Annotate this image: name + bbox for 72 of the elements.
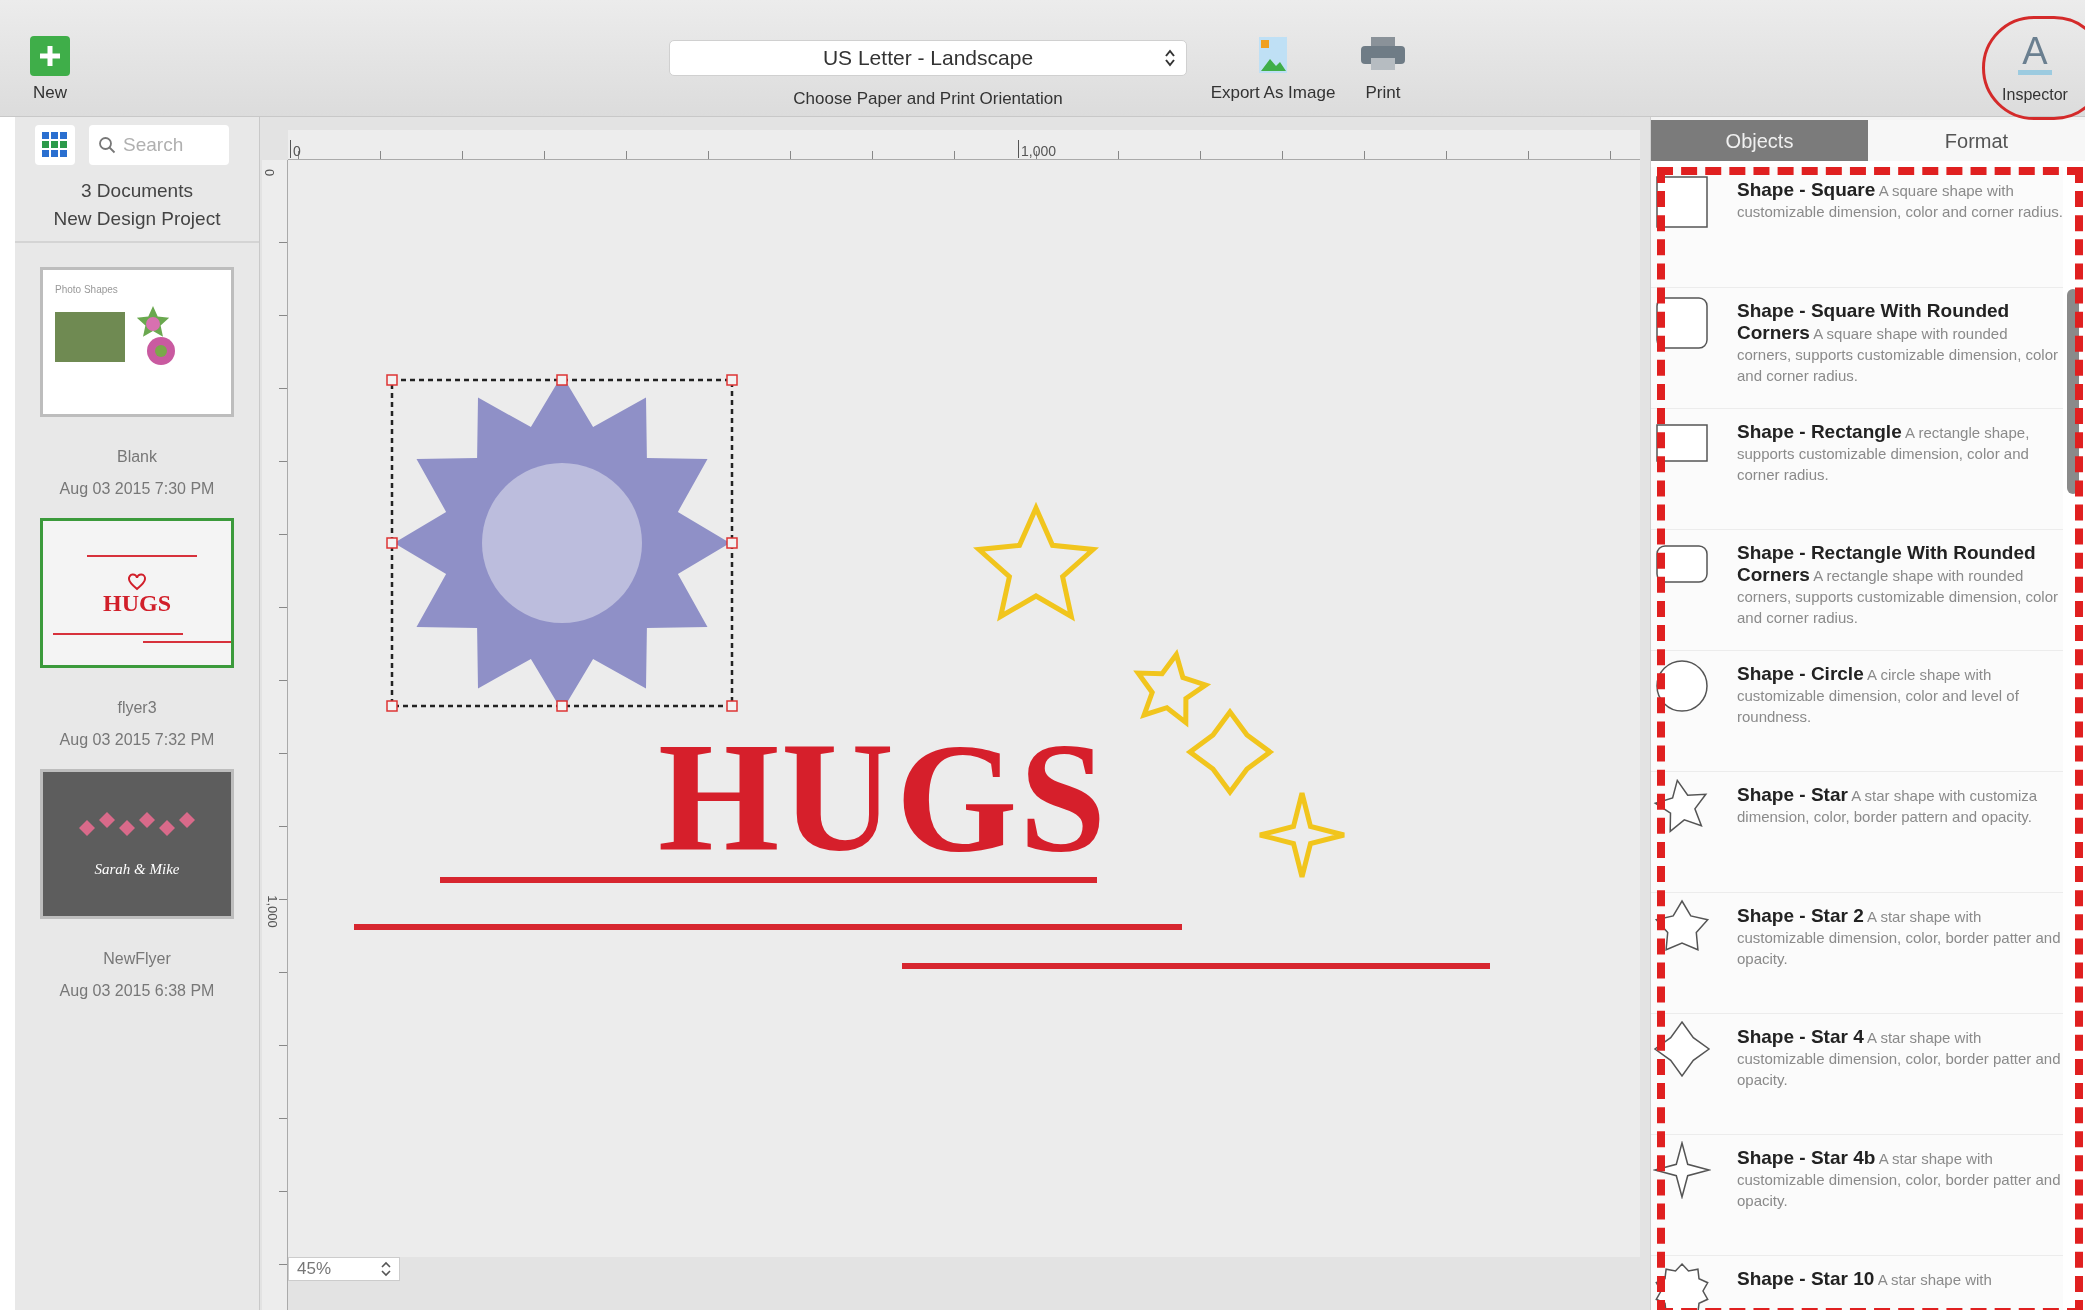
star-shape[interactable] bbox=[973, 501, 1099, 622]
object-description: Shape - Square With Rounded Corners A square shape with rounded corners, supports customizable dimension, color and corner radius. bbox=[1737, 299, 2059, 386]
document-thumbnail[interactable]: HUGS bbox=[40, 518, 234, 668]
object-description: Shape - Star 4b A star shape with customizable dimension, color, border patter and opacity. bbox=[1737, 1146, 2062, 1211]
object-list-item[interactable]: Shape - Square A square shape with customizable dimension, color and corner radius. bbox=[1651, 167, 2063, 288]
print-button[interactable]: Print bbox=[1355, 36, 1411, 106]
object-description: Shape - Rectangle A rectangle shape, supports customizable dimension, color and corner radius. bbox=[1737, 420, 2031, 485]
chevron-updown-icon bbox=[1164, 48, 1176, 68]
search-field[interactable]: Search bbox=[89, 125, 229, 165]
object-description: Shape - Star 2 A star shape with customizable dimension, color, border patter and opacity. bbox=[1737, 904, 2062, 969]
star-shape[interactable] bbox=[1257, 790, 1347, 880]
grid-view-button[interactable] bbox=[35, 125, 75, 165]
document-date: Aug 03 2015 6:38 PM bbox=[59, 981, 215, 1001]
ruler-label: 1,000 bbox=[265, 895, 279, 928]
object-list-item[interactable]: Shape - Star 10 A star shape with bbox=[1651, 1256, 2063, 1310]
document-name: Blank bbox=[117, 447, 157, 467]
new-button[interactable]: New bbox=[30, 36, 70, 106]
thumbnail-title: Photo Shapes bbox=[55, 283, 118, 297]
object-description: Shape - Star 10 A star shape with bbox=[1737, 1267, 1992, 1291]
search-icon bbox=[98, 136, 116, 154]
line-shape[interactable] bbox=[354, 924, 1182, 930]
line-shape[interactable] bbox=[440, 877, 1097, 883]
object-list-item[interactable]: Shape - Rectangle A rectangle shape, supports customizable dimension, color and corner radius. bbox=[1651, 409, 2063, 530]
object-list-item[interactable]: Shape - Rectangle With Rounded Corners A rectangle shape with rounded corners, supports customizable dimension, color and corner radius. bbox=[1651, 530, 2063, 651]
object-list-item[interactable]: Shape - Star 4b A star shape with customizable dimension, color, border patter and opacity. bbox=[1651, 1135, 2063, 1256]
object-list-item[interactable]: Shape - Star 4 A star shape with customizable dimension, color, border patter and opacity. bbox=[1651, 1014, 2063, 1135]
ruler-label: 0 bbox=[263, 168, 277, 177]
document-date: Aug 03 2015 7:30 PM bbox=[59, 479, 215, 499]
document-date: Aug 03 2015 7:32 PM bbox=[59, 730, 215, 750]
image-icon bbox=[1258, 36, 1288, 74]
object-list-item[interactable]: Shape - Square With Rounded Corners A square shape with rounded corners, supports customizable dimension, color and corner radius. bbox=[1651, 288, 2063, 409]
star-shape[interactable] bbox=[1185, 707, 1275, 797]
document-thumbnail[interactable]: Sarah & Mike bbox=[40, 769, 234, 919]
grid-icon bbox=[42, 132, 68, 158]
object-description: Shape - Star 4 A star shape with customizable dimension, color, border patter and opacity. bbox=[1737, 1025, 2062, 1090]
rectangle-shape-icon bbox=[1653, 173, 1711, 231]
inspector-tab[interactable]: Format bbox=[1868, 120, 2085, 161]
photo-placeholder bbox=[55, 312, 125, 362]
object-list-item[interactable]: Shape - Star 2 A star shape with customizable dimension, color, border patter and opacity. bbox=[1651, 893, 2063, 1014]
object-list-item[interactable]: Shape - Star A star shape with customiza dimension, color, border pattern and opacity. bbox=[1651, 772, 2063, 893]
thumbnail-title: Sarah & Mike bbox=[94, 859, 180, 879]
object-description: Shape - Star A star shape with customiza dimension, color, border pattern and opacity. bbox=[1737, 783, 2039, 827]
object-description: Shape - Circle A circle shape with customizable dimension, color and level of roundness. bbox=[1737, 662, 2020, 727]
inspector-letter: A bbox=[2018, 32, 2052, 75]
project-name: New Design Project bbox=[53, 207, 221, 231]
object-description: Shape - Rectangle With Rounded Corners A rectangle shape with rounded corners, supports customizable dimension, color and corner radius. bbox=[1737, 541, 2059, 628]
heart-icon bbox=[127, 573, 147, 591]
ruler-label: 1,000 bbox=[1018, 140, 1057, 158]
object-description: Shape - Square A square shape with customizable dimension, color and corner radius. bbox=[1737, 178, 2063, 222]
inspector-button[interactable]: A Inspector bbox=[1993, 32, 2077, 107]
star-shape[interactable] bbox=[1133, 648, 1212, 728]
circle-shape-icon bbox=[1653, 657, 1711, 715]
canvas-heading[interactable]: HUGS bbox=[658, 720, 1109, 876]
rectangle-shape-icon bbox=[1653, 294, 1711, 352]
inspector-tab[interactable]: Objects bbox=[1651, 120, 1868, 161]
object-list-item[interactable]: Shape - Circle A circle shape with customizable dimension, color and level of roundness. bbox=[1651, 651, 2063, 772]
line-shape[interactable] bbox=[902, 963, 1490, 969]
ruler-label: 0 bbox=[290, 140, 301, 158]
paper-select[interactable]: US Letter - Landscape bbox=[669, 40, 1187, 76]
document-count: 3 Documents bbox=[81, 179, 193, 203]
star-shape-icon bbox=[1653, 1262, 1711, 1310]
paper-caption: Choose Paper and Print Orientation bbox=[793, 88, 1063, 110]
plus-icon bbox=[30, 36, 70, 76]
document-name: flyer3 bbox=[117, 698, 157, 718]
chevron-updown-icon bbox=[381, 1261, 391, 1277]
zoom-select[interactable]: 45% bbox=[288, 1257, 400, 1281]
document-name: NewFlyer bbox=[103, 949, 171, 969]
thumbnail-title: HUGS bbox=[103, 591, 171, 615]
export-image-button[interactable]: Export As Image bbox=[1200, 36, 1346, 106]
printer-icon bbox=[1360, 36, 1406, 72]
star-shape-icon bbox=[1653, 1020, 1711, 1078]
star-shape-icon bbox=[1653, 1141, 1711, 1199]
